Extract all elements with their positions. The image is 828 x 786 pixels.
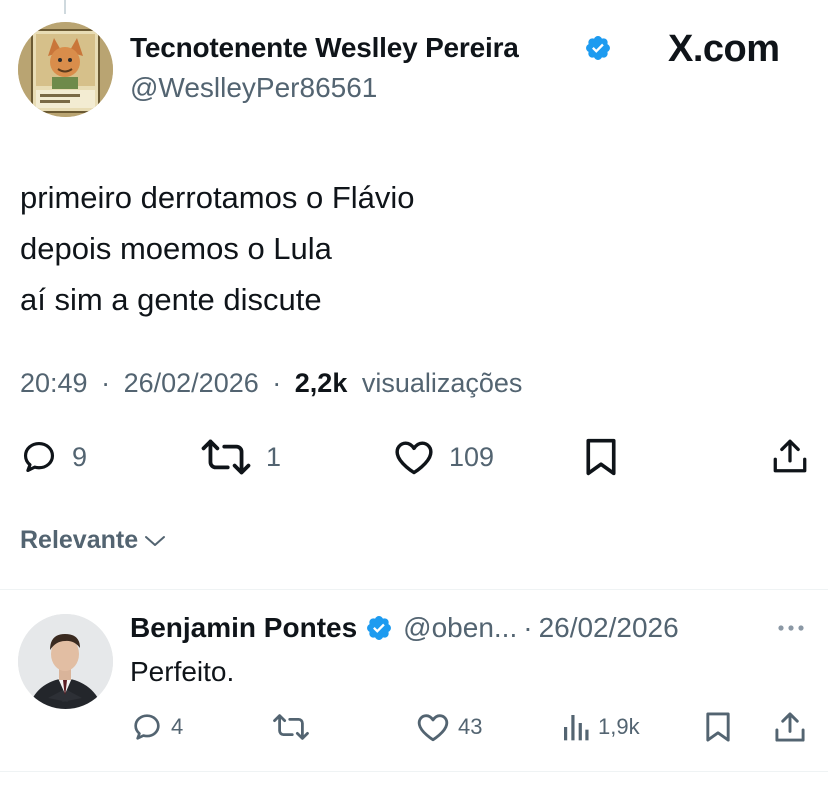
reply-icon (23, 441, 55, 473)
tweet-date[interactable]: 26/02/2026 (124, 368, 259, 398)
reply-date[interactable]: 26/02/2026 (539, 612, 679, 644)
reply-header: Benjamin Pontes @oben... · 26/02/2026 (130, 612, 679, 644)
share-button[interactable] (772, 437, 808, 475)
repost-button[interactable]: 1 (200, 438, 281, 476)
tweet-text-line: primeiro derrotamos o Flávio (20, 180, 415, 215)
reply-reply-count: 4 (171, 714, 184, 739)
thread-connector-line (64, 0, 66, 14)
repost-icon (201, 439, 251, 475)
heart-icon (417, 714, 449, 742)
bookmark-icon (586, 438, 616, 476)
repost-icon (273, 714, 309, 740)
like-button[interactable]: 109 (393, 438, 494, 476)
repost-count: 1 (266, 441, 282, 472)
meta-separator: · (101, 368, 111, 398)
share-icon (773, 439, 807, 473)
tweet-metadata: 20:49 · 26/02/2026 · 2,2k visualizações (20, 368, 522, 399)
views-label: visualizações (361, 368, 523, 398)
avatar-image (18, 614, 113, 709)
reply-repost-button[interactable] (272, 713, 310, 741)
reply-share-button[interactable] (774, 711, 806, 743)
heart-icon (395, 441, 433, 475)
chevron-down-icon (145, 535, 166, 546)
bookmark-button[interactable] (584, 437, 618, 477)
reply-reply-button[interactable]: 4 (131, 711, 183, 743)
reply-button[interactable]: 9 (20, 438, 87, 476)
share-icon (775, 712, 805, 742)
reply-text: Perfeito. (130, 656, 235, 687)
x-logo: X.com (668, 28, 780, 70)
like-count: 109 (449, 441, 495, 472)
bookmark-icon (706, 712, 730, 742)
meta-separator: · (272, 368, 282, 398)
sort-replies-dropdown[interactable]: Relevante (20, 526, 166, 555)
reply-views-count: 1,9k (598, 714, 640, 739)
reply-author-avatar[interactable] (18, 614, 113, 709)
avatar-image (18, 22, 113, 117)
views-count: 2,2k (294, 368, 348, 398)
author-handle[interactable]: @WeslleyPer86561 (130, 72, 377, 104)
reply-author-handle[interactable]: @oben... (403, 612, 517, 644)
tweet-text: primeiro derrotamos o Flávio depois moem… (20, 172, 415, 325)
sort-label: Relevante (20, 526, 139, 554)
divider (0, 589, 828, 590)
reply-author-name[interactable]: Benjamin Pontes (130, 612, 357, 644)
reply-count: 9 (72, 441, 88, 472)
reply-views-button[interactable]: 1,9k (562, 711, 640, 743)
tweet-time[interactable]: 20:49 (20, 368, 88, 398)
divider (0, 771, 828, 772)
reply-bookmark-button[interactable] (704, 711, 732, 743)
author-avatar[interactable] (18, 22, 113, 117)
tweet-text-line: depois moemos o Lula (20, 231, 332, 266)
views-chart-icon (564, 715, 589, 741)
reply-icon (134, 714, 160, 740)
verified-badge-icon (586, 36, 610, 60)
reply-like-button[interactable]: 43 (416, 711, 482, 743)
author-name[interactable]: Tecnotenente Weslley Pereira (130, 32, 519, 64)
meta-separator: · (523, 612, 533, 643)
more-options-icon[interactable] (775, 618, 807, 638)
verified-badge-icon (367, 616, 392, 640)
tweet-text-line: aí sim a gente discute (20, 282, 322, 317)
reply-like-count: 43 (458, 714, 483, 739)
